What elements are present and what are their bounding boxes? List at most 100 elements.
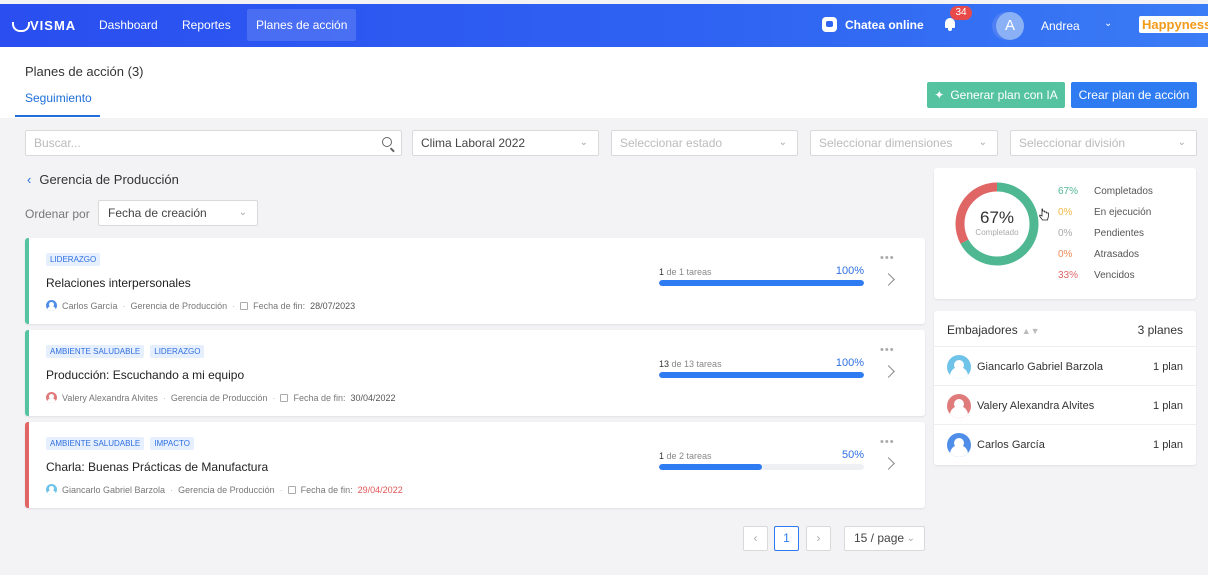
calendar-icon	[280, 393, 289, 402]
bell-icon[interactable]	[944, 18, 956, 31]
ambassador-row[interactable]: Valery Alexandra Alvites 1 plan	[934, 385, 1196, 424]
plan-meta: Carlos García · Gerencia de Producción ·…	[46, 300, 355, 311]
generate-ai-plan-button[interactable]: ✦ Generar plan con IA	[927, 82, 1065, 108]
plan-card[interactable]: LIDERAZGO Relaciones interpersonales Car…	[25, 238, 925, 324]
calendar-icon	[240, 301, 249, 310]
plan-card[interactable]: AMBIENTE SALUDABLE LIDERAZGO Producción: …	[25, 330, 925, 416]
meta-separator: ·	[279, 484, 283, 495]
user-name[interactable]: Andrea	[1041, 19, 1080, 33]
ambassador-row[interactable]: Giancarlo Gabriel Barzola 1 plan	[934, 346, 1196, 385]
ambassador-name: Carlos García	[977, 439, 1045, 451]
plan-area: Gerencia de Producción	[130, 300, 228, 311]
tab-seguimiento[interactable]: Seguimiento	[25, 91, 92, 105]
page-size-select[interactable]: 15 / page ⌄	[844, 526, 925, 551]
tab-active-indicator	[15, 115, 100, 117]
plan-meta: Giancarlo Gabriel Barzola · Gerencia de …	[46, 484, 403, 495]
meta-separator: ·	[272, 392, 276, 403]
task-count: 1 de 1 tareas	[659, 267, 712, 277]
prev-page-button[interactable]: ‹	[743, 526, 768, 551]
chevron-right-icon[interactable]	[882, 273, 895, 286]
division-select[interactable]: Seleccionar división ⌄	[1010, 130, 1197, 156]
due-date: 28/07/2023	[310, 300, 356, 311]
due-date-label: Fecha de fin:	[293, 392, 346, 403]
more-options-icon[interactable]: •••	[880, 436, 895, 448]
plan-meta: Valery Alexandra Alvites · Gerencia de P…	[46, 392, 396, 403]
legend-row: 0% Pendientes	[1058, 228, 1153, 249]
progress-summary-card: 67% Completado 67% Completados 0% En ejecuc…	[934, 168, 1196, 299]
nav-reportes[interactable]: Reportes	[173, 9, 240, 41]
progress-bar-fill	[659, 464, 762, 470]
chevron-right-icon[interactable]	[882, 365, 895, 378]
plan-status-stripe	[25, 330, 29, 416]
chat-icon	[822, 17, 837, 32]
ambassadors-header[interactable]: Embajadores ▲▼	[947, 323, 1040, 337]
plan-owner: Carlos García	[62, 300, 118, 311]
division-placeholder: Seleccionar división	[1019, 136, 1126, 150]
due-date: 29/04/2022	[357, 484, 403, 495]
chevron-left-icon[interactable]: ‹	[27, 172, 31, 187]
plan-owner: Valery Alexandra Alvites	[62, 392, 158, 403]
status-select[interactable]: Seleccionar estado ⌄	[611, 130, 798, 156]
more-options-icon[interactable]: •••	[880, 252, 895, 264]
dimensions-select[interactable]: Seleccionar dimensiones ⌄	[810, 130, 998, 156]
chevron-down-icon: ⌄	[579, 137, 588, 148]
next-page-button[interactable]: ›	[806, 526, 831, 551]
visma-logo-icon	[12, 21, 30, 32]
sort-icon[interactable]: ▲▼	[1022, 326, 1040, 336]
plan-card[interactable]: AMBIENTE SALUDABLE IMPACTO Charla: Buenas…	[25, 422, 925, 508]
ambassador-row[interactable]: Carlos García 1 plan	[934, 424, 1196, 463]
chevron-down-icon: ⌄	[1177, 137, 1186, 148]
more-options-icon[interactable]: •••	[880, 344, 895, 356]
ambassador-avatar	[947, 355, 971, 379]
donut-center: 67% Completado	[960, 208, 1034, 237]
legend-label: Pendientes	[1094, 228, 1145, 239]
chevron-right-icon[interactable]	[882, 457, 895, 470]
ambassador-plan-count: 1 plan	[1153, 400, 1183, 412]
user-avatar[interactable]: A	[996, 12, 1024, 40]
chevron-down-icon: ⌄	[906, 533, 915, 544]
donut-value: 67%	[979, 208, 1015, 227]
chat-online-button[interactable]: Chatea online	[822, 17, 924, 32]
search-input[interactable]: Buscar...	[25, 130, 402, 156]
legend-label: En ejecución	[1094, 207, 1152, 218]
generate-ai-plan-label: Generar plan con IA	[950, 88, 1058, 102]
order-select[interactable]: Fecha de creación ⌄	[98, 200, 258, 226]
legend-percent: 33%	[1058, 270, 1079, 281]
meta-separator: ·	[232, 300, 236, 311]
nav-dashboard[interactable]: Dashboard	[90, 9, 167, 41]
ambassador-name: Valery Alexandra Alvites	[977, 400, 1095, 412]
visma-logo[interactable]: VISMA	[12, 18, 76, 33]
plan-title[interactable]: Relaciones interpersonales	[46, 276, 191, 290]
legend-row: 33% Vencidos	[1058, 270, 1153, 291]
chevron-down-icon[interactable]: ⌄	[1104, 18, 1112, 29]
plan-tags: LIDERAZGO	[46, 253, 101, 266]
ambassadors-card: Embajadores ▲▼ 3 planes Giancarlo Gabriel…	[934, 311, 1196, 465]
happyness-logo[interactable]: Happyness	[1139, 16, 1208, 33]
progress-percent: 100%	[835, 357, 864, 369]
plan-tag: AMBIENTE SALUDABLE	[46, 345, 145, 358]
plan-tag: LIDERAZGO	[46, 253, 101, 266]
page-1-button[interactable]: 1	[774, 526, 799, 551]
plan-status-stripe	[25, 238, 29, 324]
survey-select[interactable]: Clima Laboral 2022 ⌄	[412, 130, 599, 156]
ambassadors-title: Embajadores	[947, 323, 1018, 337]
plan-tags: AMBIENTE SALUDABLE IMPACTO	[46, 437, 194, 450]
plan-tag: LIDERAZGO	[150, 345, 205, 358]
ambassador-plan-count: 1 plan	[1153, 361, 1183, 373]
create-plan-button[interactable]: Crear plan de acción	[1071, 82, 1197, 108]
plan-title[interactable]: Charla: Buenas Prácticas de Manufactura	[46, 460, 268, 474]
legend-row: 0% Atrasados	[1058, 249, 1153, 270]
progress-bar-fill	[659, 280, 864, 286]
plan-title[interactable]: Producción: Escuchando a mi equipo	[46, 368, 244, 382]
search-icon[interactable]	[382, 137, 392, 147]
order-value: Fecha de creación	[108, 206, 207, 220]
nav-planes-de-accion[interactable]: Planes de acción	[247, 9, 357, 41]
page-title: Planes de acción (3)	[25, 64, 144, 79]
progress-bar	[659, 280, 864, 286]
progress-percent: 50%	[841, 449, 864, 461]
calendar-icon	[287, 485, 296, 494]
tasks-done: 1	[659, 451, 665, 461]
due-date: 30/04/2022	[350, 392, 396, 403]
owner-avatar	[46, 484, 57, 495]
group-back-link[interactable]: ‹ Gerencia de Producción	[27, 172, 179, 187]
